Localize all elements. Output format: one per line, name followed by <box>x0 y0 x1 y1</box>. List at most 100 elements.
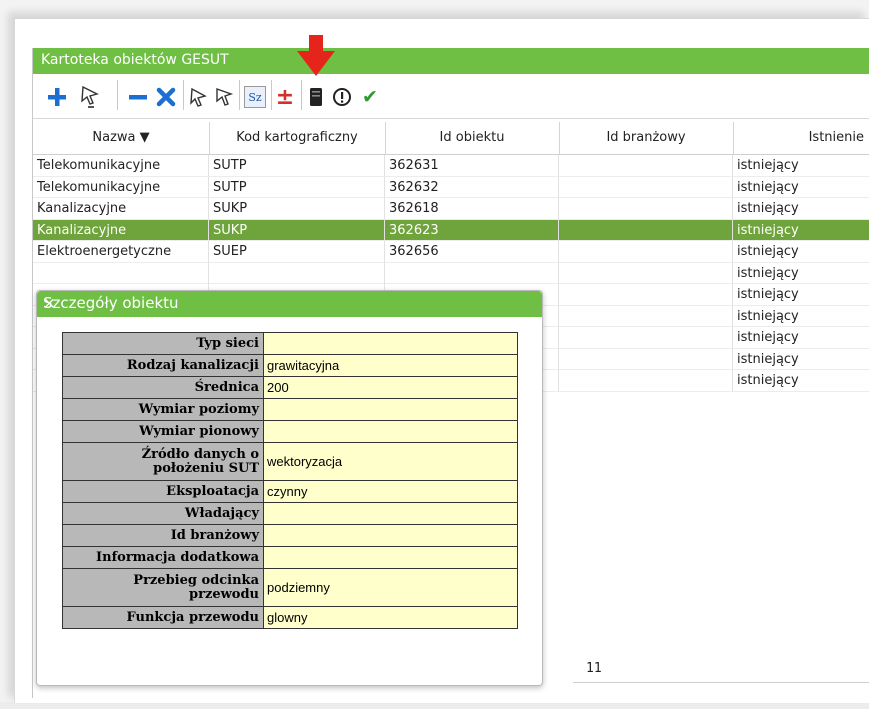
accept-button[interactable]: ✔ <box>359 84 381 110</box>
table-cell-ist: istniejący <box>733 327 869 349</box>
panel-title: Kartoteka obiektów GESUT <box>41 52 229 68</box>
edit-geometry-button[interactable] <box>187 84 209 110</box>
dark-document-icon <box>310 88 322 106</box>
table-cell-kod: SUEP <box>209 241 385 263</box>
details-row: Źródło danych o położeniu SUT wektoryzacj… <box>62 442 518 481</box>
table-cell-nazwa: Elektroenergetyczne <box>33 241 209 263</box>
table-cell-idb <box>559 284 733 306</box>
cross-icon <box>156 87 176 107</box>
table-cell-id: 362631 <box>385 155 559 177</box>
field-label: Źródło danych o położeniu SUT <box>62 442 264 481</box>
edit-cursor-icon <box>190 87 207 107</box>
field-label: Typ sieci <box>62 332 264 355</box>
plus-minus-button[interactable]: ± <box>275 84 295 110</box>
field-label: Funkcja przewodu <box>62 606 264 629</box>
plus-icon <box>48 88 66 106</box>
plus-minus-icon: ± <box>275 84 295 110</box>
field-label: Rodzaj kanalizacji <box>62 354 264 377</box>
field-label: Wymiar pionowy <box>62 420 264 443</box>
table-cell-ist: istniejący <box>733 177 869 198</box>
table-cell-idb <box>559 219 733 241</box>
table-cell-ist: istniejący <box>733 241 869 263</box>
table-cell-ist: istniejący <box>733 306 869 327</box>
table-cell-nazwa: Telekomunikacyjne <box>33 176 209 198</box>
field-value[interactable]: glowny <box>263 606 518 629</box>
toolbar-separator <box>271 80 272 110</box>
table-cell-idb <box>559 198 733 220</box>
toolbar-separator <box>239 80 240 110</box>
remove-button[interactable] <box>127 84 149 110</box>
field-value[interactable]: wektoryzacja <box>263 442 518 481</box>
object-details-dialog: Szczegóły obiektu × Typ sieci Rodzaj kana… <box>36 290 543 686</box>
field-label: Władający <box>62 502 264 525</box>
document-button[interactable] <box>307 84 325 110</box>
table-cell-ist: istniejący <box>733 370 869 392</box>
grid-header: Nazwa ▼ Kod kartograficzny Id obiektu Id… <box>33 122 869 155</box>
field-value[interactable] <box>263 420 518 443</box>
details-row: Wymiar pionowy <box>62 420 518 443</box>
table-cell-idb <box>559 348 733 370</box>
minus-icon <box>129 95 147 100</box>
field-value[interactable]: grawitacyjna <box>263 354 518 377</box>
table-cell-nazwa: Telekomunikacyjne <box>33 155 209 177</box>
table-cell-ist: istniejący <box>733 263 869 284</box>
table-cell-id: 362623 <box>385 219 559 241</box>
field-value[interactable] <box>263 546 518 569</box>
check-icon: ✔ <box>362 86 378 108</box>
column-header-nazwa[interactable]: Nazwa ▼ <box>33 122 210 154</box>
table-cell-nazwa <box>33 262 209 284</box>
table-row[interactable]: Telekomunikacyjne SUTP 362631 istniejący <box>33 155 869 177</box>
select-object-button[interactable] <box>77 84 103 110</box>
close-icon[interactable]: × <box>43 294 532 312</box>
toolbar-separator <box>117 80 118 110</box>
field-value[interactable] <box>263 398 518 421</box>
column-header-id-branzowy[interactable]: Id branżowy <box>559 122 734 154</box>
field-value[interactable] <box>263 332 518 355</box>
show-geometry-button[interactable] <box>213 84 235 110</box>
toolbar: Sz ± ✔ <box>33 74 869 119</box>
table-cell-idb <box>559 305 733 327</box>
column-header-istnienie[interactable]: Istnienie <box>733 122 869 154</box>
field-label: Informacja dodatkowa <box>62 546 264 569</box>
field-label: Średnica <box>62 376 264 399</box>
column-header-id-obiektu[interactable]: Id obiektu <box>385 122 560 154</box>
delete-button[interactable] <box>155 84 177 110</box>
details-row: Eksploatacja czynny <box>62 480 518 503</box>
table-row[interactable]: Kanalizacyjne SUKP 362618 istniejący <box>33 198 869 220</box>
column-header-kod[interactable]: Kod kartograficzny <box>209 122 386 154</box>
field-value[interactable] <box>263 502 518 525</box>
details-row: Średnica 200 <box>62 376 518 399</box>
red-arrow-indicator <box>297 35 335 76</box>
table-cell-idb <box>559 327 733 349</box>
table-cell-id: 362618 <box>385 198 559 220</box>
add-button[interactable] <box>45 84 69 110</box>
table-cell-id: 362632 <box>385 176 559 198</box>
table-row[interactable]: istniejący <box>33 262 869 284</box>
table-cell-kod: SUTP <box>209 176 385 198</box>
toolbar-separator <box>183 80 184 110</box>
warning-button[interactable] <box>331 84 353 110</box>
table-row[interactable]: Kanalizacyjne SUKP 362623 istniejący <box>33 219 869 241</box>
table-cell-ist: istniejący <box>733 155 869 177</box>
table-row[interactable]: Elektroenergetyczne SUEP 362656 istniejący <box>33 241 869 263</box>
field-value[interactable]: 200 <box>263 376 518 399</box>
table-cell-kod <box>209 262 385 284</box>
table-cell-id: 362656 <box>385 241 559 263</box>
dialog-title-bar[interactable]: Szczegóły obiektu × <box>37 291 542 317</box>
details-row: Funkcja przewodu glowny <box>62 606 518 629</box>
field-value[interactable]: podziemny <box>263 568 518 607</box>
details-row: Rodzaj kanalizacji grawitacyjna <box>62 354 518 377</box>
field-value[interactable] <box>263 524 518 547</box>
table-cell-ist: istniejący <box>733 349 869 370</box>
details-button[interactable]: Sz <box>243 84 267 110</box>
details-table: Typ sieci Rodzaj kanalizacji grawitacyjna Ś… <box>62 332 518 629</box>
table-cell-ist: istniejący <box>733 198 869 220</box>
table-cell-idb <box>559 155 733 177</box>
table-row[interactable]: Telekomunikacyjne SUTP 362632 istniejący <box>33 176 869 198</box>
field-label: Id branżowy <box>62 524 264 547</box>
panel-title-bar: Kartoteka obiektów GESUT <box>33 48 869 74</box>
show-cursor-icon <box>216 88 234 106</box>
field-value[interactable]: czynny <box>263 480 518 503</box>
table-cell-ist: istniejący <box>733 284 869 306</box>
details-row: Id branżowy <box>62 524 518 547</box>
